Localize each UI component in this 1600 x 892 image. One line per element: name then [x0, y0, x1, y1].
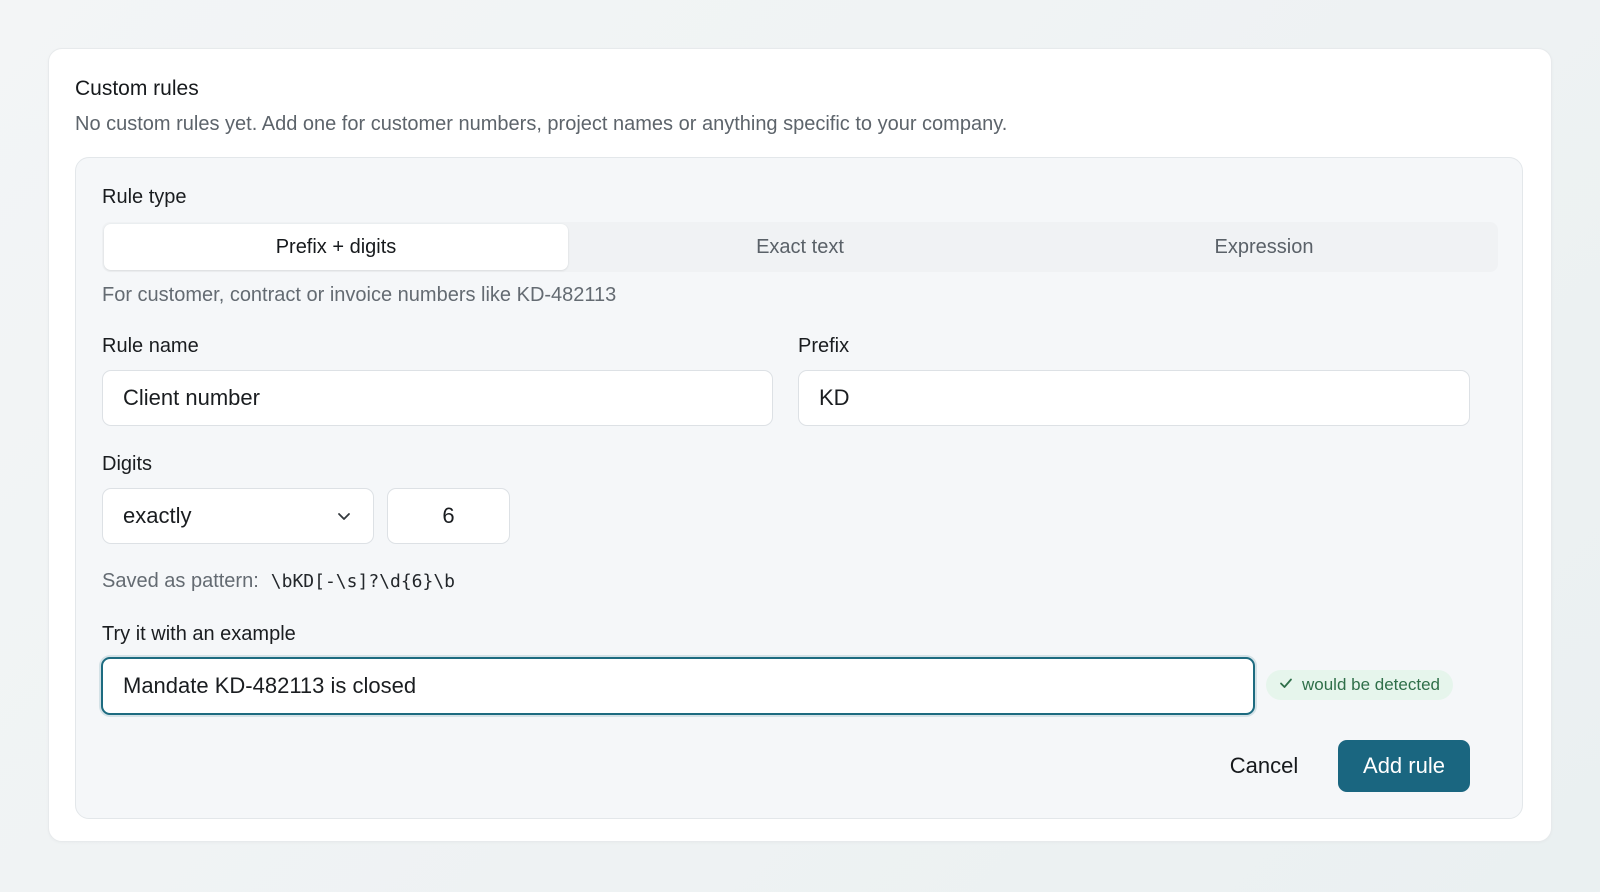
prefix-value: KD	[819, 385, 850, 410]
card-description: No custom rules yet. Add one for custome…	[75, 113, 1008, 135]
digits-count-input[interactable]: 6	[387, 488, 510, 544]
match-status-text: would be detected	[1302, 675, 1440, 694]
card-title: Custom rules	[75, 77, 199, 100]
new-rule-form: Rule type Prefix + digits Exact text Exp…	[75, 157, 1523, 819]
digits-mode-value: exactly	[123, 503, 192, 528]
digits-label: Digits	[102, 453, 153, 475]
prefix-label: Prefix	[798, 335, 850, 357]
rule-name-value: Client number	[123, 385, 260, 410]
rule-type-expression[interactable]: Expression	[1032, 224, 1496, 270]
rule-name-label: Rule name	[102, 335, 199, 357]
rule-type-prefix-digits[interactable]: Prefix + digits	[104, 224, 568, 270]
rule-type-exact-text[interactable]: Exact text	[568, 224, 1032, 270]
digits-count-value: 6	[442, 503, 455, 528]
example-input[interactable]: Mandate KD-482113 is closed	[101, 657, 1255, 715]
pattern-code: \bKD[-\s]?\d{6}\b	[270, 571, 456, 592]
prefix-input[interactable]: KD	[798, 370, 1470, 426]
pattern-label: Saved as pattern:	[102, 570, 259, 592]
match-status-badge: would be detected	[1266, 670, 1453, 700]
check-icon	[1278, 675, 1294, 696]
digits-mode-select[interactable]: exactly	[102, 488, 374, 544]
rule-type-label: Rule type	[102, 186, 187, 208]
cancel-button[interactable]: Cancel	[1216, 740, 1312, 792]
example-value: Mandate KD-482113 is closed	[123, 673, 417, 698]
pattern-preview: Saved as pattern: \bKD[-\s]?\d{6}\b	[102, 570, 455, 593]
rule-name-input[interactable]: Client number	[102, 370, 773, 426]
custom-rules-card: Custom rules No custom rules yet. Add on…	[48, 48, 1552, 842]
rule-type-hint: For customer, contract or invoice number…	[102, 284, 617, 306]
add-rule-button[interactable]: Add rule	[1338, 740, 1470, 792]
example-label: Try it with an example	[102, 623, 296, 645]
chevron-down-icon	[335, 507, 353, 525]
rule-type-switch: Prefix + digits Exact text Expression	[102, 222, 1498, 272]
